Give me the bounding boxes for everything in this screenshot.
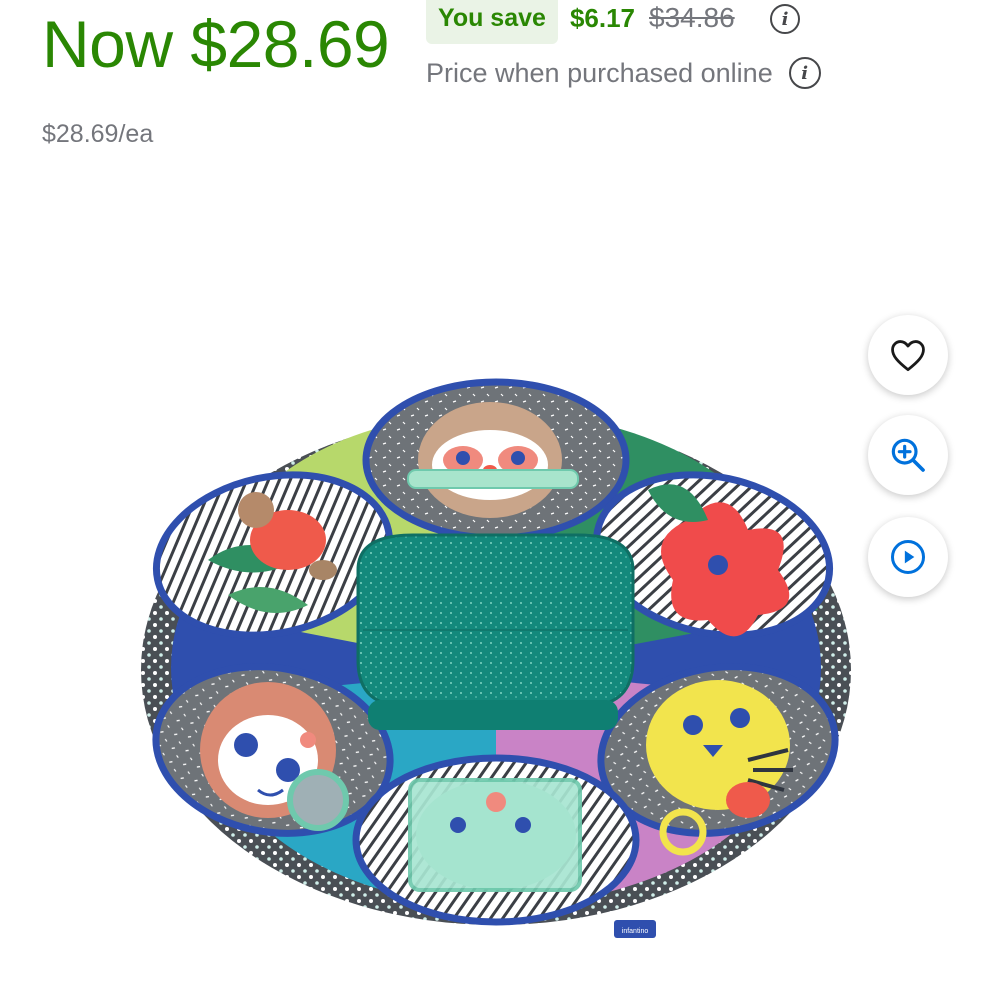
info-icon[interactable]: i: [788, 57, 821, 89]
play-icon: [890, 539, 926, 575]
save-amount: $6.17: [569, 3, 636, 33]
video-button[interactable]: [868, 517, 948, 597]
online-price-note: Price when purchased online i: [426, 56, 821, 90]
you-save-badge: You save: [426, 0, 558, 44]
current-price: Now $28.69: [42, 7, 390, 81]
zoom-in-icon: [891, 438, 925, 472]
favorite-button[interactable]: [868, 315, 948, 395]
product-image[interactable]: infantino: [128, 370, 868, 950]
brand-tag: infantino: [622, 928, 649, 935]
info-icon[interactable]: i: [770, 4, 800, 34]
was-price: $34.86: [649, 2, 735, 33]
online-price-label: Price when purchased online: [426, 58, 773, 88]
zoom-button[interactable]: [868, 415, 948, 495]
unit-price: $28.69/ea: [42, 120, 154, 148]
savings-row: You save $6.17 $34.86: [426, 0, 735, 44]
heart-icon: [891, 340, 925, 372]
